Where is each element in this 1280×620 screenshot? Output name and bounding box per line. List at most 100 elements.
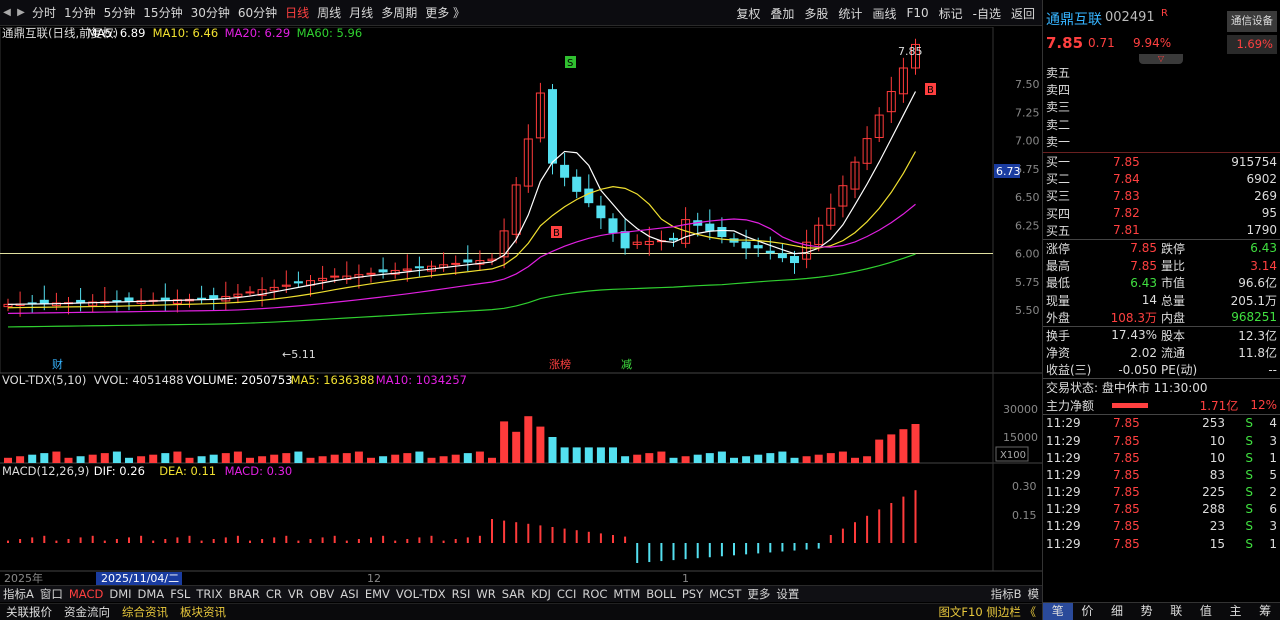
tool-button[interactable]: -自选: [968, 5, 1006, 22]
indicator-tab[interactable]: TRIX: [193, 587, 225, 601]
tick-price: 7.85: [1113, 450, 1140, 465]
indicator-tab[interactable]: RSI: [449, 587, 474, 601]
indicator-tab[interactable]: ROC: [579, 587, 610, 601]
tick-time: 11:29: [1046, 502, 1081, 517]
info-tab[interactable]: 资金流向: [58, 604, 116, 620]
sidebar-toggle[interactable]: 图文F10 侧边栏 《: [932, 604, 1042, 620]
indicator-tab[interactable]: PSY: [679, 587, 706, 601]
nav-left-icon[interactable]: ◀: [0, 7, 14, 18]
side-tab[interactable]: 细: [1102, 603, 1132, 620]
info-tab[interactable]: 板块资讯: [174, 604, 232, 620]
volume-bar: [270, 454, 279, 463]
period-tab[interactable]: 30分钟: [187, 4, 234, 21]
sell-level-label: 卖二: [1046, 117, 1071, 132]
trade-status-row: 交易状态: 盘中休市 11:30:00: [1043, 379, 1280, 396]
period-tabs: 分时 1分钟 5分钟 15分钟 30分钟 60分钟 日线 周线 月线 多周期 更多 》: [28, 4, 469, 21]
legend-text: VVOL: 4051488: [94, 373, 184, 387]
event-marker-zhangbang: 涨榜: [549, 357, 571, 371]
volume-bar: [354, 451, 363, 463]
max-price-label: 7.85: [898, 45, 923, 58]
stat-row: 现量 14 总量 205.1万: [1043, 291, 1280, 308]
legend-text: MACD: 0.30: [225, 464, 293, 478]
period-tab[interactable]: 更多 》: [421, 4, 469, 21]
volume-bar: [500, 421, 509, 463]
stat-value: 968251: [1231, 310, 1277, 325]
indicator-tab[interactable]: FSL: [167, 587, 193, 601]
period-tab[interactable]: 15分钟: [139, 4, 186, 21]
side-tab[interactable]: 势: [1132, 603, 1162, 620]
period-tab[interactable]: 周线: [313, 4, 345, 21]
indicator-right: 指标B 模: [988, 586, 1042, 602]
sell-level-row: 卖一: [1043, 133, 1280, 150]
indicator-tab[interactable]: MCST: [706, 587, 744, 601]
tick-volume: 23: [1209, 519, 1225, 534]
expand-arrow-icon[interactable]: ▽: [1139, 54, 1183, 64]
side-tab[interactable]: 笔: [1043, 603, 1073, 620]
stat-row: 净资 2.02 流通 11.8亿: [1043, 344, 1280, 361]
nav-right-icon[interactable]: ▶: [14, 7, 28, 18]
indicator-tab[interactable]: DMI: [106, 587, 134, 601]
tool-button[interactable]: 标记: [934, 5, 968, 22]
period-tab[interactable]: 60分钟: [234, 4, 281, 21]
info-tab[interactable]: 综合资讯: [116, 604, 174, 620]
indicator-tab[interactable]: VR: [285, 587, 307, 601]
indicator-tab[interactable]: 指标B: [988, 586, 1025, 602]
tool-button[interactable]: 画线: [867, 5, 901, 22]
volume-bar: [778, 451, 787, 463]
industry-badge[interactable]: 通信设备: [1227, 11, 1277, 32]
stat-value: 12.3亿: [1238, 328, 1277, 343]
volume-bar: [342, 453, 351, 463]
period-tab[interactable]: 日线: [281, 4, 313, 21]
side-tab[interactable]: 筹: [1250, 603, 1280, 620]
side-tab[interactable]: 联: [1162, 603, 1192, 620]
period-tab[interactable]: 多周期: [377, 4, 421, 21]
period-tab[interactable]: 分时: [28, 4, 60, 21]
legend-text: MA10: 1034257: [376, 373, 467, 387]
indicator-tab[interactable]: WR: [473, 587, 498, 601]
tool-button[interactable]: F10: [901, 6, 933, 20]
tool-button[interactable]: 叠加: [765, 5, 799, 22]
event-marker-cai: 财: [52, 357, 63, 371]
indicator-tab[interactable]: 窗口: [37, 586, 66, 602]
candle: [596, 205, 606, 219]
period-tab[interactable]: 月线: [345, 4, 377, 21]
kline-chart[interactable]: 通鼎互联(日线,前复权)MA5: 6.89 MA10: 6.46 MA20: 6.2…: [0, 27, 1042, 585]
buy-level-volume: 6902: [1246, 171, 1277, 186]
tool-button[interactable]: 统计: [833, 5, 867, 22]
indicator-tab[interactable]: MACD: [66, 587, 106, 601]
tool-button[interactable]: 多股: [799, 5, 833, 22]
period-tab[interactable]: 1分钟: [60, 4, 100, 21]
indicator-tab[interactable]: 模: [1025, 586, 1043, 602]
indicator-tab[interactable]: 设置: [773, 586, 802, 602]
indicator-tab[interactable]: BRAR: [226, 587, 263, 601]
sell-level-row: 卖四: [1043, 81, 1280, 98]
indicator-tab[interactable]: CCI: [554, 587, 579, 601]
indicator-tab[interactable]: EMV: [362, 587, 393, 601]
candle: [777, 253, 787, 259]
indicator-tab[interactable]: BOLL: [643, 587, 679, 601]
volume-bar: [463, 453, 472, 463]
indicator-tab[interactable]: CR: [263, 587, 285, 601]
indicator-tab[interactable]: MTM: [610, 587, 643, 601]
stat-row: 最高 7.85 量比 3.14: [1043, 257, 1280, 274]
indicator-tab[interactable]: SAR: [499, 587, 528, 601]
indicator-tab[interactable]: OBV: [307, 587, 337, 601]
indicator-tab[interactable]: 更多: [744, 586, 773, 602]
period-tab[interactable]: 5分钟: [100, 4, 140, 21]
main-flow-label: 主力净额: [1046, 398, 1095, 413]
indicator-tab[interactable]: VOL-TDX: [393, 587, 449, 601]
tool-button[interactable]: 复权: [731, 5, 765, 22]
side-tab[interactable]: 价: [1073, 603, 1103, 620]
indicator-tab[interactable]: 指标A: [0, 586, 37, 602]
volume-bars: [4, 416, 920, 463]
side-tab[interactable]: 主: [1221, 603, 1251, 620]
indicator-tab[interactable]: KDJ: [528, 587, 554, 601]
volume-bar: [814, 454, 823, 463]
indicator-tab[interactable]: ASI: [337, 587, 362, 601]
stat-row: 换手 17.43% 股本 12.3亿: [1043, 327, 1280, 344]
indicator-tab[interactable]: DMA: [135, 587, 168, 601]
side-tab[interactable]: 值: [1191, 603, 1221, 620]
tool-button[interactable]: 返回: [1006, 5, 1040, 22]
vol-tick: 30000: [1003, 403, 1038, 416]
info-tab[interactable]: 关联报价: [0, 604, 58, 620]
